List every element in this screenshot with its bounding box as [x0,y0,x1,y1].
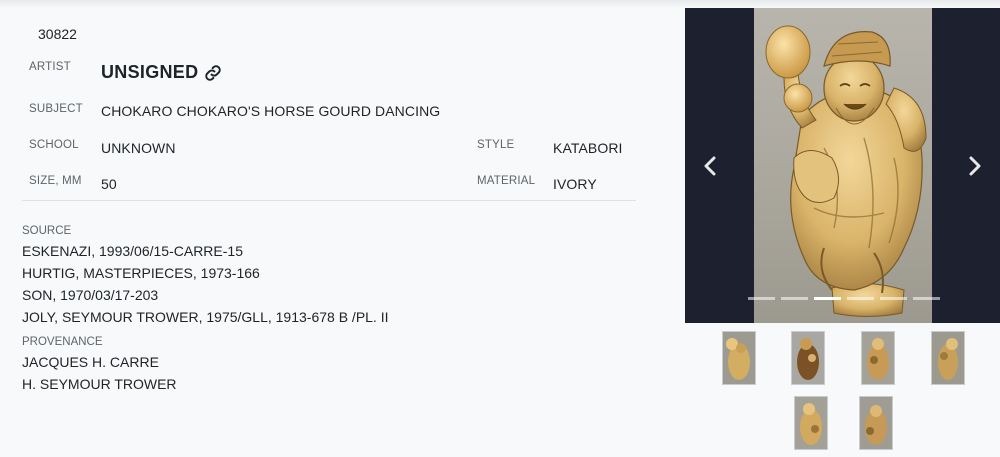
provenance-item: JACQUES H. CARRE [22,354,159,370]
subject-value: CHOKARO CHOKARO'S HORSE GOURD DANCING [101,103,441,119]
material-label: MATERIAL [477,175,536,187]
source-item: ESKENAZI, 1993/06/15-CARRE-15 [22,243,243,259]
source-item: JOLY, SEYMOUR TROWER, 1975/GLL, 1913-678… [22,309,389,325]
chevron-left-icon[interactable] [703,156,717,176]
thumbnail-image[interactable] [791,331,825,385]
carousel-indicator[interactable] [880,297,907,300]
provenance-item: H. SEYMOUR TROWER [22,376,177,392]
source-item: HURTIG, MASTERPIECES, 1973-166 [22,265,260,281]
source-item: SON, 1970/03/17-203 [22,287,159,303]
thumbnail-image[interactable] [794,396,828,450]
carousel-indicator[interactable] [847,297,874,300]
item-details: 30822 ARTIST UNSIGNED SUBJECT CHOKARO CH… [0,0,660,457]
carousel-indicator[interactable] [748,297,775,300]
school-label: SCHOOL [29,139,79,151]
source-title: SOURCE [22,225,72,237]
netsuke-figure-image [765,25,927,317]
netsuke-photo [754,8,932,323]
artist-label: ARTIST [29,61,71,73]
provenance-list: JACQUES H. CARRE H. SEYMOUR TROWER [22,351,177,395]
artist-value[interactable]: UNSIGNED [101,62,222,83]
provenance-title: PROVENANCE [22,336,103,348]
style-value: KATABORI [553,140,623,156]
artist-name[interactable]: UNSIGNED [101,62,198,83]
source-list: ESKENAZI, 1993/06/15-CARRE-15 HURTIG, MA… [22,240,389,328]
link-icon[interactable] [204,64,222,82]
size-label: SIZE, MM [29,175,82,187]
thumbnail-image[interactable] [859,396,893,450]
carousel-indicator-active[interactable] [814,297,841,300]
thumbnail-image[interactable] [861,331,895,385]
chevron-right-icon[interactable] [968,156,982,176]
thumbnail-image[interactable] [722,331,756,385]
details-divider [22,200,636,201]
school-value: UNKNOWN [101,140,176,156]
carousel-indicators [748,297,940,300]
item-id: 30822 [38,26,77,42]
size-value: 50 [101,176,117,192]
subject-label: SUBJECT [29,103,83,115]
carousel-indicator[interactable] [913,297,940,300]
material-value: IVORY [553,176,597,192]
thumbnail-image[interactable] [931,331,965,385]
carousel-next-button[interactable] [964,153,986,179]
carousel-prev-button[interactable] [699,153,721,179]
image-carousel[interactable] [685,8,1000,323]
style-label: STYLE [477,139,515,151]
carousel-indicator[interactable] [781,297,808,300]
